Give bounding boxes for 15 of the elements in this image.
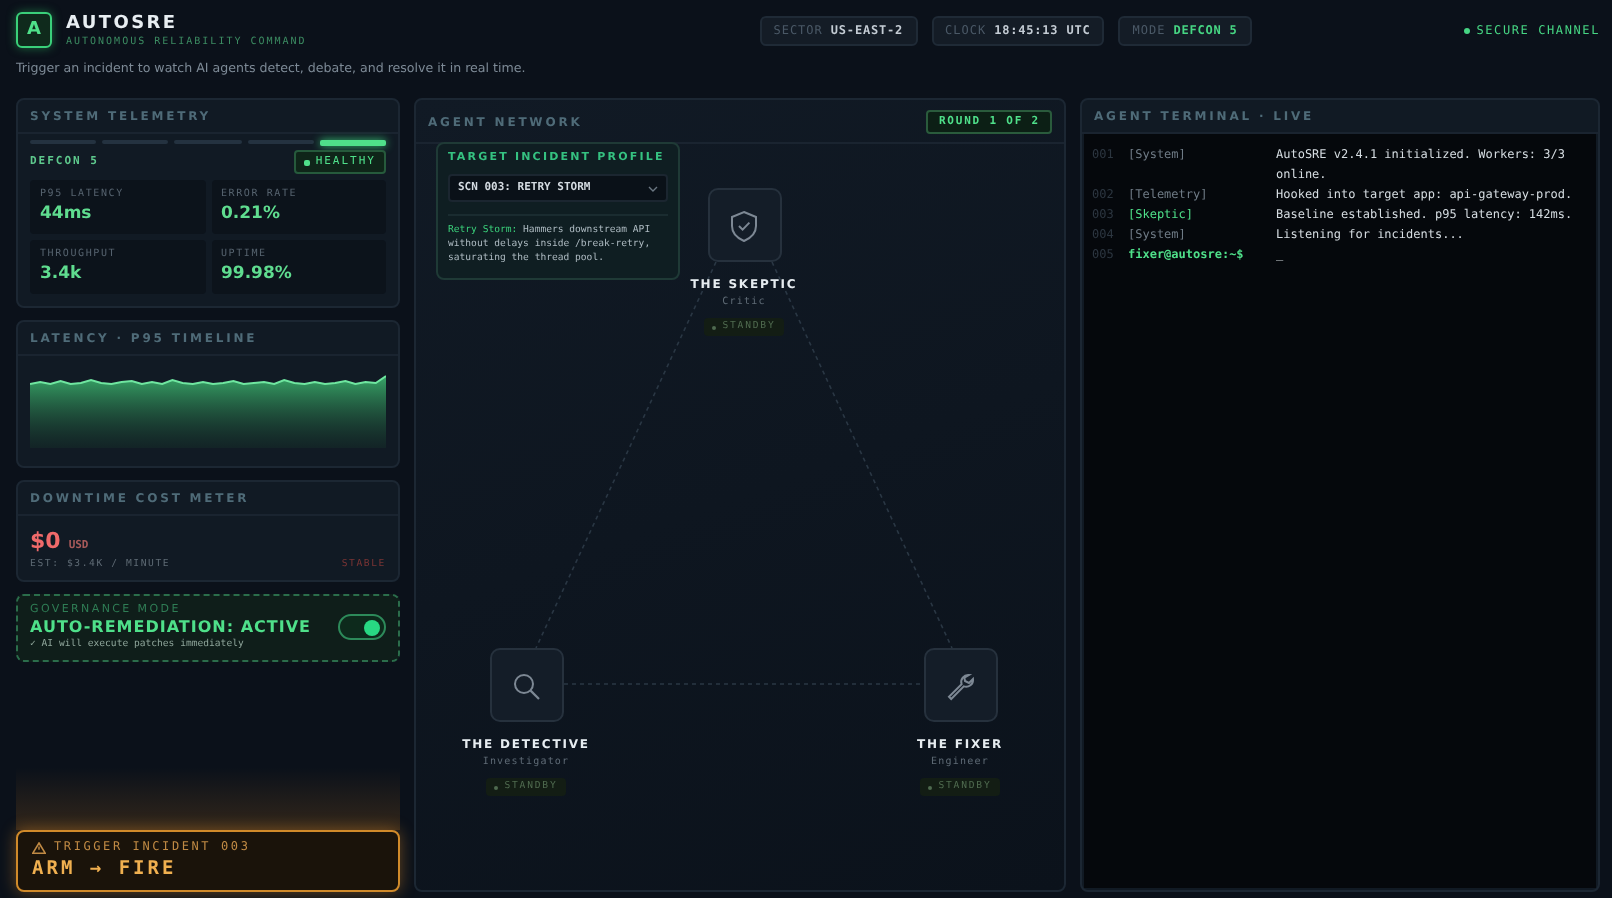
logo-badge: A <box>16 12 52 48</box>
shield-icon <box>726 207 762 243</box>
metric-value: 99.98% <box>221 264 294 284</box>
warning-icon <box>32 841 46 853</box>
agent-tile[interactable] <box>923 648 997 722</box>
caret-icon <box>648 185 658 191</box>
cost-amount: $0 <box>30 528 61 554</box>
app-title: AUTOSRE <box>66 13 180 33</box>
agent-tile[interactable] <box>489 648 563 722</box>
governance-mode: AUTO-REMEDIATION: ACTIVE <box>30 618 311 636</box>
toggle-switch[interactable] <box>338 614 386 640</box>
metric-value: 44ms <box>40 204 94 224</box>
metric-value: 3.4k <box>40 264 84 284</box>
agent-tile[interactable] <box>707 188 781 262</box>
metric-value: 0.21% <box>221 204 282 224</box>
